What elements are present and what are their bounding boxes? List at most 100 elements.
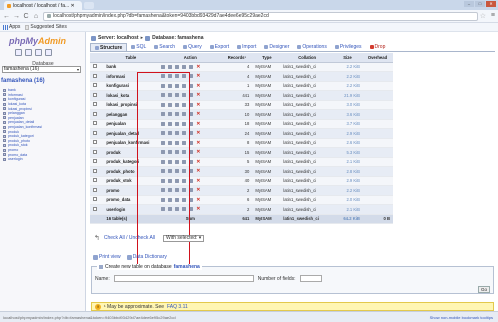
browse-icon[interactable] [161,131,166,136]
search-icon[interactable] [175,112,180,117]
empty-icon[interactable] [189,178,194,183]
structure-icon[interactable] [168,74,173,79]
tab-sql[interactable]: SQL [127,43,150,51]
insert-icon[interactable] [182,169,187,174]
drop-icon[interactable]: ✕ [196,93,201,98]
structure-icon[interactable] [168,112,173,117]
col-records[interactable]: Records¹ [221,53,253,63]
drop-icon[interactable]: ✕ [196,169,201,174]
insert-icon[interactable] [182,83,187,88]
check-all-link[interactable]: Check All / Uncheck All [104,235,155,241]
empty-icon[interactable] [189,64,194,69]
size-cell[interactable]: 2.6 KiB [333,138,362,148]
row-checkbox[interactable] [93,130,97,135]
browse-icon[interactable] [161,121,166,126]
data-dictionary-link[interactable]: Data Dictionary [126,254,167,260]
table-name[interactable]: informasi [102,71,160,82]
table-name[interactable]: penjualan_konfirmasi [102,138,160,148]
insert-icon[interactable] [182,150,187,155]
search-icon[interactable] [175,169,180,174]
search-icon[interactable] [175,150,180,155]
row-checkbox[interactable] [93,178,97,183]
empty-icon[interactable] [189,140,194,145]
insert-icon[interactable] [182,159,187,164]
empty-icon[interactable] [189,74,194,79]
row-checkbox[interactable] [93,149,97,154]
col-size[interactable]: Size [333,53,362,63]
reload-icon[interactable]: C [23,13,29,20]
browse-icon[interactable] [161,159,166,164]
drop-icon[interactable]: ✕ [196,178,201,183]
size-cell[interactable]: 2.0 KiB [333,195,362,205]
size-cell[interactable]: 2.2 KiB [333,71,362,82]
structure-icon[interactable] [168,131,173,136]
structure-icon[interactable] [168,169,173,174]
print-view-link[interactable]: Print view [93,254,121,260]
size-cell[interactable]: 2.9 KiB [333,176,362,186]
size-cell[interactable]: 2.2 KiB [333,62,362,72]
table-name[interactable]: bank [102,62,160,72]
drop-icon[interactable]: ✕ [196,131,201,136]
structure-icon[interactable] [168,188,173,193]
col-overhead[interactable]: Overhead [361,53,393,63]
browse-icon[interactable] [161,102,166,107]
insert-icon[interactable] [182,102,187,107]
col-collation[interactable]: Collation [281,53,333,63]
browse-icon[interactable] [161,197,166,202]
database-select[interactable]: famashena (16) ▾ [2,66,81,73]
size-cell[interactable]: 2.8 KiB [333,166,362,177]
browse-icon[interactable] [161,83,166,88]
table-name[interactable]: penjualan [102,119,160,129]
table-name[interactable]: produk [102,147,160,158]
number-of-fields-input[interactable] [299,275,322,282]
search-icon[interactable] [175,178,180,183]
row-checkbox[interactable] [93,140,97,145]
table-name[interactable]: konfigurasi [102,81,160,91]
empty-icon[interactable] [189,197,194,202]
drop-icon[interactable]: ✕ [196,74,201,79]
browse-icon[interactable] [161,140,166,145]
row-checkbox[interactable] [93,197,97,202]
browse-icon[interactable] [161,188,166,193]
new-tab-button[interactable] [84,2,94,9]
help-icon[interactable] [45,49,52,56]
nav-tree-item[interactable]: userlogin [3,157,42,162]
search-icon[interactable] [175,197,180,202]
insert-icon[interactable] [182,93,187,98]
empty-icon[interactable] [189,169,194,174]
table-name[interactable]: produk_stok [102,176,160,186]
table-name[interactable]: lokasi_kota [102,90,160,101]
tab-operations[interactable]: Operations [293,43,330,51]
search-icon[interactable] [175,74,180,79]
browse-icon[interactable] [161,93,166,98]
empty-icon[interactable] [189,207,194,212]
browse-icon[interactable] [161,178,166,183]
search-icon[interactable] [175,83,180,88]
row-checkbox[interactable] [93,73,97,78]
search-icon[interactable] [175,93,180,98]
insert-icon[interactable] [182,121,187,126]
row-checkbox[interactable] [93,92,97,97]
structure-icon[interactable] [168,102,173,107]
size-cell[interactable]: 3.6 KiB [333,109,362,120]
status-right-link[interactable]: Show non-mobile bookmark tooltips [430,315,493,320]
search-icon[interactable] [175,64,180,69]
search-icon[interactable] [175,159,180,164]
faq-link[interactable]: FAQ 3.11 [167,304,188,310]
insert-icon[interactable] [182,207,187,212]
tab-structure[interactable]: Structure [90,43,128,51]
drop-icon[interactable]: ✕ [196,150,201,155]
current-database-link[interactable]: famashena (16) [1,78,45,84]
empty-icon[interactable] [189,159,194,164]
browse-icon[interactable] [161,64,166,69]
maximize-icon[interactable]: □ [475,1,485,7]
search-icon[interactable] [175,131,180,136]
drop-icon[interactable]: ✕ [196,207,201,212]
bookmark-apps[interactable]: Apps [3,24,20,30]
size-cell[interactable]: 2.2 KiB [333,81,362,91]
size-cell[interactable]: 2.9 KiB [333,128,362,139]
structure-icon[interactable] [168,93,173,98]
phpmyadmin-logo[interactable]: phpMyAdmin [9,36,66,46]
table-name[interactable]: produk_kategori [102,157,160,167]
empty-icon[interactable] [189,112,194,117]
